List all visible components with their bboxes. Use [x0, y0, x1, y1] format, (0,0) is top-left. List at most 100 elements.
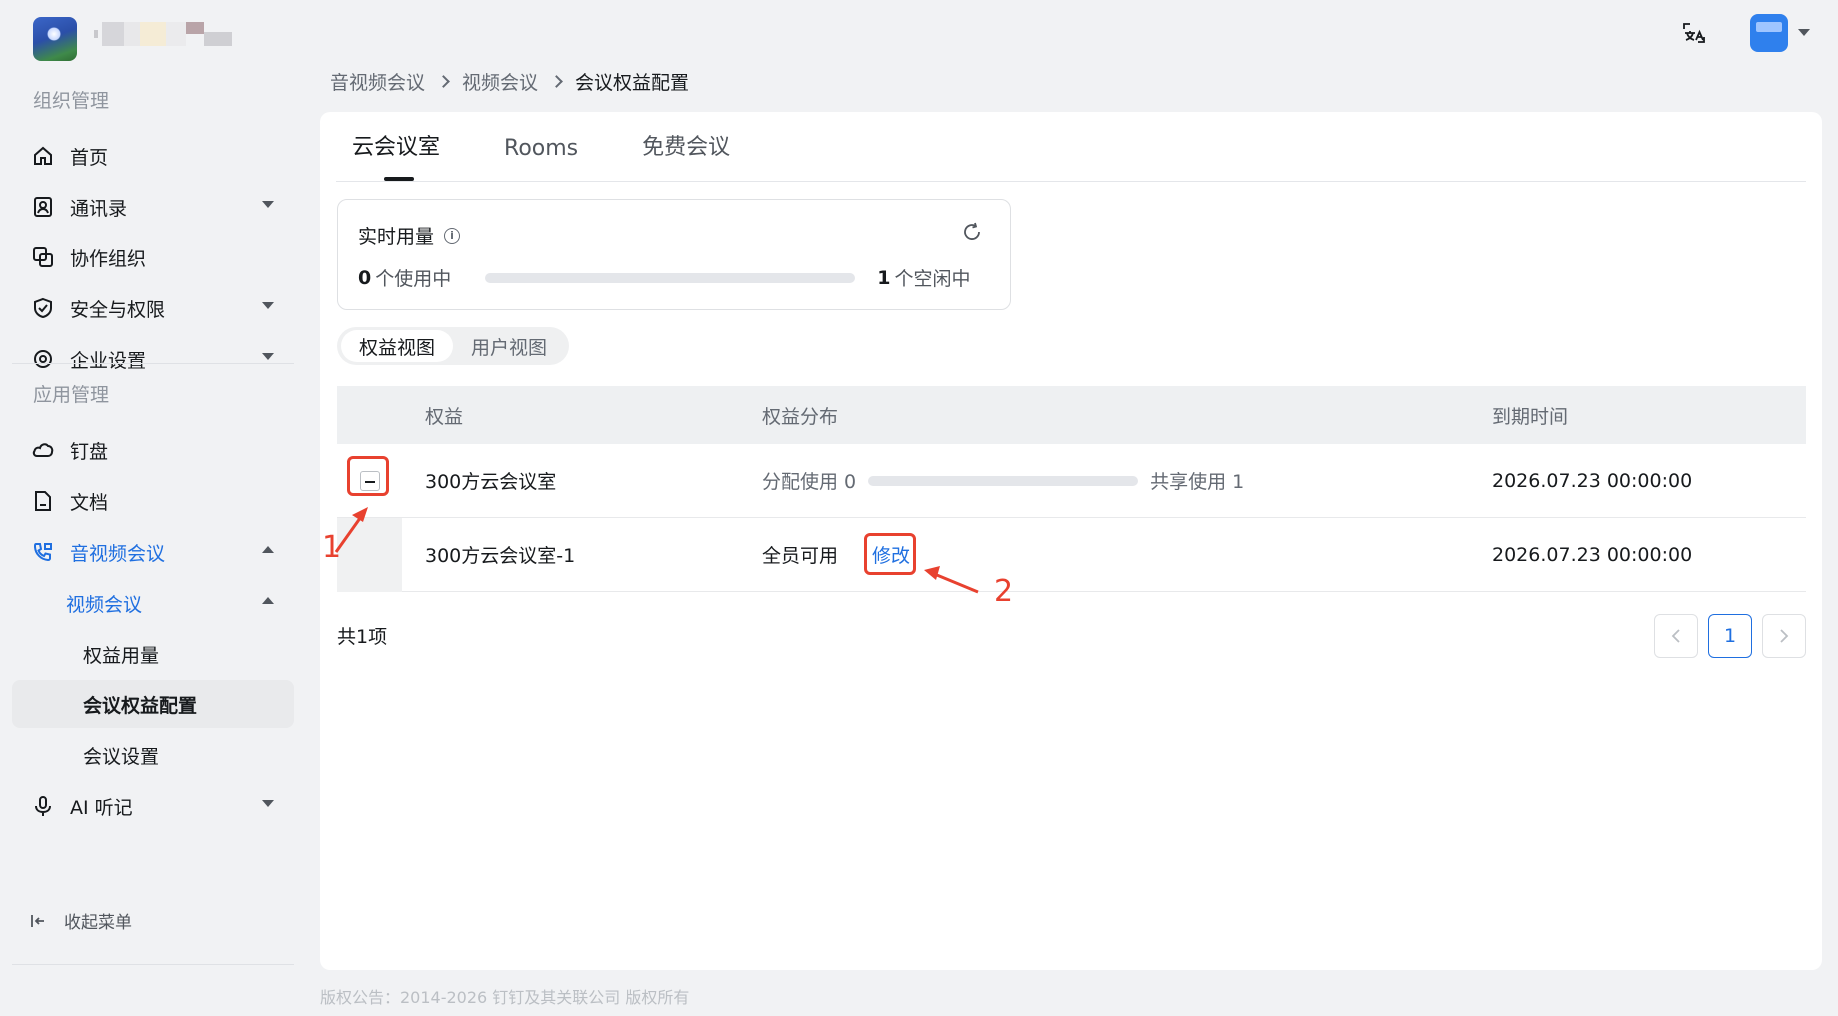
avatar — [1750, 14, 1788, 52]
shield-icon — [30, 295, 56, 321]
sidebar-item-enterprise-settings[interactable]: 企业设置 — [12, 335, 294, 383]
section-org-management: 组织管理 — [33, 90, 110, 112]
org-logo[interactable] — [33, 17, 77, 61]
view-switcher: 权益视图 用户视图 — [337, 327, 570, 365]
chevron-down-icon — [262, 800, 274, 807]
next-page-button[interactable] — [1762, 614, 1806, 658]
child-row-indent — [337, 518, 402, 592]
user-view-toggle[interactable]: 用户视图 — [453, 330, 565, 362]
main-panel: 云会议室 Rooms 免费会议 实时用量 i 0 个使用中 1 个空闲中 权益视… — [320, 112, 1822, 970]
chevron-left-icon — [1671, 629, 1680, 643]
rights-table: 权益 权益分布 到期时间 300方云会议室 分配使用 0 共享使用 1 2026… — [337, 386, 1806, 592]
refresh-icon[interactable] — [962, 222, 984, 244]
shared-usage-label: 共享使用 1 — [1150, 471, 1245, 493]
contacts-icon — [30, 194, 56, 220]
cloud-drive-icon — [30, 437, 56, 463]
table-row: 300方云会议室-1 全员可用 修改 2026.07.23 00:00:00 — [337, 518, 1806, 592]
tab-cloud-meeting-room[interactable]: 云会议室 — [336, 129, 456, 181]
sidebar-item-documents[interactable]: 文档 — [12, 477, 294, 525]
chevron-down-icon — [262, 302, 274, 309]
annotation-arrow-2 — [924, 566, 979, 594]
expire-time: 2026.07.23 00:00:00 — [1492, 469, 1693, 492]
collab-org-icon — [30, 244, 56, 270]
annotation-box-2 — [864, 533, 917, 575]
sidebar-item-label: 钉盘 — [70, 440, 109, 463]
chevron-right-icon — [550, 75, 563, 88]
chevron-down-icon — [262, 201, 274, 208]
usage-row: 0 个使用中 1 个空闲中 — [358, 264, 988, 291]
translate-icon[interactable] — [1678, 17, 1710, 49]
breadcrumb-item[interactable]: 音视频会议 — [330, 68, 425, 95]
sidebar-item-label: 协作组织 — [70, 247, 147, 270]
breadcrumb-current: 会议权益配置 — [575, 72, 690, 94]
total-count: 共1项 — [337, 626, 388, 648]
sidebar-item-cloud-drive[interactable]: 钉盘 — [12, 426, 294, 474]
info-icon[interactable]: i — [444, 227, 461, 244]
alloc-usage-label: 分配使用 0 — [762, 471, 857, 493]
usage-title: 实时用量 i — [358, 222, 461, 249]
caret-down-icon — [1798, 29, 1810, 36]
sidebar-item-label: 首页 — [70, 146, 109, 169]
tab-free-meeting[interactable]: 免费会议 — [626, 129, 746, 181]
breadcrumb-item[interactable]: 视频会议 — [462, 68, 538, 95]
sidebar-item-label: 会议设置 — [83, 745, 160, 768]
sidebar-item-collab-org[interactable]: 协作组织 — [12, 233, 294, 281]
sidebar-item-label: 通讯录 — [70, 197, 128, 220]
sidebar-item-security[interactable]: 安全与权限 — [12, 284, 294, 332]
sidebar-item-home[interactable]: 首页 — [12, 132, 294, 180]
rights-name: 300方云会议室-1 — [425, 545, 576, 567]
copyright-footer: 版权公告：2014-2026 钉钉及其关联公司 版权所有 — [320, 988, 690, 1007]
sidebar-item-label: 会议权益配置 — [83, 694, 198, 717]
sidebar-divider — [12, 363, 294, 364]
sidebar-item-meeting-settings[interactable]: 会议设置 — [12, 731, 294, 779]
annotation-number-1: 1 — [322, 530, 342, 565]
home-icon — [30, 143, 56, 169]
chevron-up-icon — [262, 546, 274, 553]
section-app-management: 应用管理 — [33, 384, 110, 406]
tab-bar: 云会议室 Rooms 免费会议 — [336, 112, 1806, 182]
column-header-distribution: 权益分布 — [762, 405, 839, 428]
sidebar-item-label: 文档 — [70, 491, 109, 514]
in-use-count: 0 — [358, 266, 372, 289]
rights-distribution: 全员可用 修改 — [762, 533, 917, 575]
distribution-bar — [868, 475, 1139, 486]
rights-name: 300方云会议室 — [425, 471, 557, 493]
table-row: 300方云会议室 分配使用 0 共享使用 1 2026.07.23 00:00:… — [337, 444, 1806, 518]
table-header: 权益 权益分布 到期时间 — [337, 386, 1806, 444]
org-name-blurred — [94, 22, 232, 48]
expire-time: 2026.07.23 00:00:00 — [1492, 543, 1693, 566]
idle-count: 1 — [877, 266, 891, 289]
user-menu[interactable] — [1750, 14, 1810, 52]
sidebar-item-label: 音视频会议 — [70, 542, 166, 565]
in-use-label: 个使用中 — [375, 268, 452, 290]
prev-page-button[interactable] — [1654, 614, 1698, 658]
pagination: 1 — [1654, 614, 1806, 658]
sidebar-item-video-meeting[interactable]: 视频会议 — [12, 579, 294, 627]
breadcrumb: 音视频会议 视频会议 会议权益配置 — [330, 68, 689, 95]
rights-view-toggle[interactable]: 权益视图 — [341, 330, 454, 362]
annotation-number-2: 2 — [994, 574, 1014, 609]
sidebar-item-label: 视频会议 — [66, 593, 143, 616]
sidebar-item-av-meeting[interactable]: 音视频会议 — [12, 528, 294, 576]
collapse-menu-button[interactable]: 收起菜单 — [30, 908, 132, 933]
document-icon — [30, 488, 56, 514]
chevron-up-icon — [262, 597, 274, 604]
collapse-menu-label: 收起菜单 — [64, 913, 132, 933]
sidebar-divider — [12, 964, 294, 965]
sidebar-item-label: AI 听记 — [70, 796, 133, 819]
edit-link[interactable]: 修改 — [864, 533, 917, 575]
page-number-button[interactable]: 1 — [1708, 614, 1752, 658]
settings-icon — [30, 346, 56, 372]
distribution-scope: 全员可用 — [762, 545, 839, 567]
sidebar-item-contacts[interactable]: 通讯录 — [12, 183, 294, 231]
tab-rooms[interactable]: Rooms — [488, 136, 594, 181]
column-header-expire: 到期时间 — [1492, 405, 1569, 428]
column-header-rights: 权益 — [425, 405, 464, 428]
realtime-usage-card: 实时用量 i 0 个使用中 1 个空闲中 — [337, 199, 1011, 310]
sidebar-item-usage[interactable]: 权益用量 — [12, 630, 294, 678]
usage-progress-bar — [485, 272, 856, 283]
sidebar-item-meeting-rights-config[interactable]: 会议权益配置 — [12, 680, 294, 728]
sidebar-item-ai-notes[interactable]: AI 听记 — [12, 782, 294, 830]
sidebar: 组织管理 首页 通讯录 协作组织 安全与权限 企业设置 应用管理 钉盘 文档 音… — [0, 72, 306, 1016]
mic-icon — [30, 793, 56, 819]
